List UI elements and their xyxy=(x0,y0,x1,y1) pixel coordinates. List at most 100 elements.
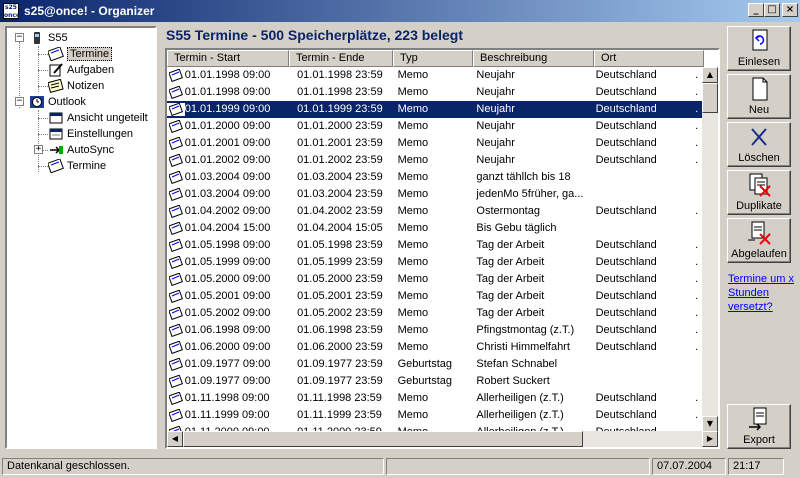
scroll-right-button[interactable]: ▶ xyxy=(702,431,718,447)
appointment-icon xyxy=(167,307,185,320)
table-cell: Deutschland xyxy=(595,307,657,319)
tree-item-einstellungen[interactable]: Einstellungen xyxy=(48,126,133,142)
table-row[interactable]: 01.09.1977 09:00 01.09.1977 23:59 Geburtst… xyxy=(167,356,703,373)
table-row[interactable]: 01.09.1977 09:00 01.09.1977 23:59 Geburtst… xyxy=(167,373,703,390)
table-row[interactable]: 01.04.2002 09:00 01.04.2002 23:59 Memo Oste… xyxy=(167,203,703,220)
table-cell: 01.05.1999 09:00 xyxy=(184,256,271,268)
table-row[interactable]: 01.04.2004 15:00 01.04.2004 15:05 Memo Bis … xyxy=(167,220,703,237)
table-cell: 01.05.1998 23:59 xyxy=(297,239,383,251)
tree-item-aufgaben[interactable]: Aufgaben xyxy=(48,62,114,78)
table-row[interactable]: 01.01.2000 09:00 01.01.2000 23:59 Memo Neuj… xyxy=(167,118,703,135)
shift-appointments-link[interactable]: Termine um x Stunden versetzt? xyxy=(728,272,798,314)
navigation-tree: − − + S55 Termine Aufgaben Notizen Outlo… xyxy=(5,26,157,449)
horizontal-scrollbar[interactable]: ◀ ▶ xyxy=(167,431,718,447)
appointment-icon xyxy=(167,273,185,286)
table-row[interactable]: 01.01.1998 09:00 01.01.1998 23:59 Memo Neuj… xyxy=(167,84,703,101)
scroll-left-button[interactable]: ◀ xyxy=(167,431,183,447)
duplikate-button[interactable]: Duplikate xyxy=(727,170,791,215)
table-cell: 01.06.1998 23:59 xyxy=(297,324,383,336)
vertical-scrollbar[interactable]: ▲ ▼ xyxy=(702,67,718,432)
neu-button[interactable]: Neu xyxy=(727,74,791,119)
table-row[interactable]: 01.05.2001 09:00 01.05.2001 23:59 Memo Tag … xyxy=(167,288,703,305)
scroll-down-button[interactable]: ▼ xyxy=(702,416,718,432)
appointment-icon xyxy=(167,290,185,303)
appointment-icon xyxy=(167,324,185,337)
delete-x-icon xyxy=(751,128,767,146)
column-header-start[interactable]: Termin - Start xyxy=(167,50,289,67)
table-cell: Neujahr xyxy=(476,86,515,98)
column-header-ende[interactable]: Termin - Ende xyxy=(289,50,393,67)
export-button[interactable]: Export xyxy=(727,404,791,449)
maximize-button[interactable]: □ xyxy=(764,3,780,17)
tree-item-ansicht-ungeteilt[interactable]: Ansicht ungeteilt xyxy=(48,110,148,126)
table-cell: Bis Gebu täglich xyxy=(476,222,557,234)
column-header-typ[interactable]: Typ xyxy=(393,50,473,67)
abgelaufen-button[interactable]: Abgelaufen xyxy=(727,218,791,263)
table-row[interactable]: 01.06.1998 09:00 01.06.1998 23:59 Memo Pfin… xyxy=(167,322,703,339)
tree-item-termine[interactable]: Termine xyxy=(48,46,113,62)
collapse-outlook-toggle[interactable]: − xyxy=(15,97,24,106)
table-row[interactable]: 01.01.2002 09:00 01.01.2002 23:59 Memo Neuj… xyxy=(167,152,703,169)
table-row[interactable]: 01.05.1999 09:00 01.05.1999 23:59 Memo Tag … xyxy=(167,254,703,271)
tree-item-s55[interactable]: S55 xyxy=(29,30,68,46)
table-row[interactable]: 01.11.1998 09:00 01.11.1998 23:59 Memo Alle… xyxy=(167,390,703,407)
table-cell: Deutschland xyxy=(595,409,657,421)
table-row[interactable]: 01.01.2001 09:00 01.01.2001 23:59 Memo Neuj… xyxy=(167,135,703,152)
table-cell: Memo xyxy=(397,86,429,98)
tree-item-label: Termine xyxy=(67,47,113,61)
table-row[interactable]: 01.06.2000 09:00 01.06.2000 23:59 Memo Chri… xyxy=(167,339,703,356)
table-cell: Tag der Arbeit xyxy=(476,307,545,319)
note-icon xyxy=(48,79,64,93)
table-cell: Memo xyxy=(397,188,429,200)
table-row[interactable]: 01.03.2004 09:00 01.03.2004 23:59 Memo ganz… xyxy=(167,169,703,186)
duplikate-label: Duplikate xyxy=(736,200,782,212)
table-row[interactable]: 01.01.1998 09:00 01.01.1998 23:59 Memo Neuj… xyxy=(167,67,703,84)
table-row[interactable]: 01.01.1999 09:00 01.01.1999 23:59 Memo Neuj… xyxy=(167,101,703,118)
tree-item-label: AutoSync xyxy=(67,144,115,156)
read-in-icon xyxy=(752,29,768,51)
tree-item-notizen[interactable]: Notizen xyxy=(48,78,104,94)
tree-item-label: Termine xyxy=(67,160,107,172)
vertical-scroll-thumb[interactable] xyxy=(702,83,718,113)
table-cell: 01.11.1998 23:59 xyxy=(297,392,382,404)
table-row[interactable]: 01.11.1999 09:00 01.11.1999 23:59 Memo Alle… xyxy=(167,407,703,424)
table-row[interactable]: 01.05.1998 09:00 01.05.1998 23:59 Memo Tag … xyxy=(167,237,703,254)
table-row[interactable]: 01.05.2002 09:00 01.05.2002 23:59 Memo Tag … xyxy=(167,305,703,322)
table-cell: 01.01.1998 09:00 xyxy=(184,86,271,98)
table-row[interactable]: 01.05.2000 09:00 01.05.2000 23:59 Memo Tag … xyxy=(167,271,703,288)
column-header-ort[interactable]: Ort xyxy=(594,50,704,67)
appointment-icon xyxy=(167,86,185,99)
close-button[interactable]: × xyxy=(782,3,798,17)
table-cell: 01.03.2004 23:59 xyxy=(297,188,383,200)
tree-item-outlook[interactable]: Outlook xyxy=(29,94,86,110)
table-cell: 01.03.2004 09:00 xyxy=(184,188,271,200)
horizontal-scroll-thumb[interactable] xyxy=(183,431,583,447)
scroll-up-button[interactable]: ▲ xyxy=(702,67,718,83)
table-cell: Christi Himmelfahrt xyxy=(476,341,570,353)
loeschen-button[interactable]: Löschen xyxy=(727,122,791,167)
tree-item-outlook-termine[interactable]: Termine xyxy=(48,158,106,174)
table-cell: 01.03.2004 23:59 xyxy=(297,171,383,183)
expand-autosync-toggle[interactable]: + xyxy=(34,145,43,154)
table-cell: 01.04.2002 23:59 xyxy=(297,205,383,217)
table-cell: 01.05.2001 23:59 xyxy=(297,290,383,302)
column-header-beschreibung[interactable]: Beschreibung xyxy=(473,50,594,67)
einlesen-button[interactable]: Einlesen xyxy=(727,26,791,71)
table-cell: Deutschland xyxy=(595,205,657,217)
table-cell: Deutschland xyxy=(595,256,657,268)
app-icon[interactable]: s25 once xyxy=(3,3,20,19)
tree-item-autosync[interactable]: AutoSync xyxy=(48,142,114,158)
minimize-button[interactable]: _ xyxy=(748,3,764,17)
table-cell: 01.04.2002 09:00 xyxy=(184,205,271,217)
table-row[interactable]: 01.03.2004 09:00 01.03.2004 23:59 Memo jede… xyxy=(167,186,703,203)
table-cell: Memo xyxy=(397,205,429,217)
new-page-icon xyxy=(752,77,768,101)
collapse-s55-toggle[interactable]: − xyxy=(15,33,24,42)
tree-item-label: Einstellungen xyxy=(67,128,134,140)
table-cell: Memo xyxy=(397,171,429,183)
table-cell: 01.09.1977 23:59 xyxy=(297,375,383,387)
table-cell: 01.05.2002 09:00 xyxy=(184,307,271,319)
appointment-icon xyxy=(167,358,185,371)
table-cell: ganzt tähllch bis 18 xyxy=(476,171,571,183)
table-cell: 01.05.1999 23:59 xyxy=(297,256,383,268)
